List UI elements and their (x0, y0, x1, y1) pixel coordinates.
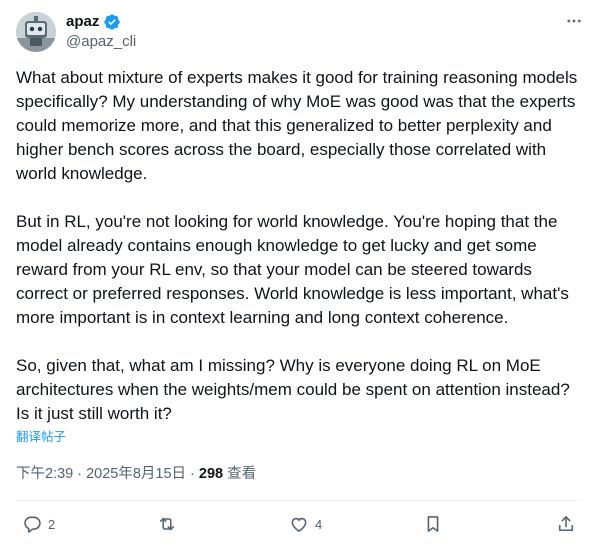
author-display-name[interactable]: apaz (66, 12, 99, 32)
author-handle[interactable]: @apaz_cli (66, 32, 136, 52)
like-count: 4 (315, 516, 323, 532)
more-options-button[interactable] (563, 10, 585, 32)
retweet-icon (159, 517, 175, 531)
tweet-date[interactable]: 2025年8月15日 (86, 464, 186, 484)
reply-button[interactable]: 2 (22, 511, 55, 537)
divider (16, 500, 583, 501)
tweet-text: What about mixture of experts makes it g… (16, 66, 586, 426)
action-bar: 2 4 (16, 511, 583, 537)
robot-avatar-icon (16, 12, 56, 52)
translate-post-link[interactable]: 翻译帖子 (16, 429, 66, 445)
heart-icon (291, 517, 307, 532)
tweet-paragraph: But in RL, you're not looking for world … (16, 212, 569, 327)
reply-icon (24, 516, 41, 533)
more-dots-icon (567, 19, 581, 23)
share-button[interactable] (556, 511, 576, 537)
retweet-button[interactable] (157, 511, 183, 537)
avatar[interactable] (16, 12, 56, 52)
meta-separator: · (190, 466, 195, 482)
tweet-paragraph: What about mixture of experts makes it g… (16, 68, 578, 183)
author-name-row: apaz (66, 12, 121, 32)
meta-separator: · (77, 466, 83, 482)
tweet-meta: 下午2:39 · 2025年8月15日 · 298 查看 (16, 464, 256, 484)
bookmark-button[interactable] (423, 511, 443, 537)
like-button[interactable]: 4 (289, 511, 322, 537)
verified-badge-icon (103, 13, 121, 31)
views-count: 298 (198, 466, 224, 482)
reply-count: 2 (48, 516, 56, 532)
views-label: 查看 (227, 466, 257, 482)
tweet-time[interactable]: 下午2:39 (16, 464, 73, 484)
tweet-paragraph: So, given that, what am I missing? Why i… (16, 356, 570, 423)
bookmark-icon (427, 516, 439, 532)
share-icon (558, 516, 574, 532)
